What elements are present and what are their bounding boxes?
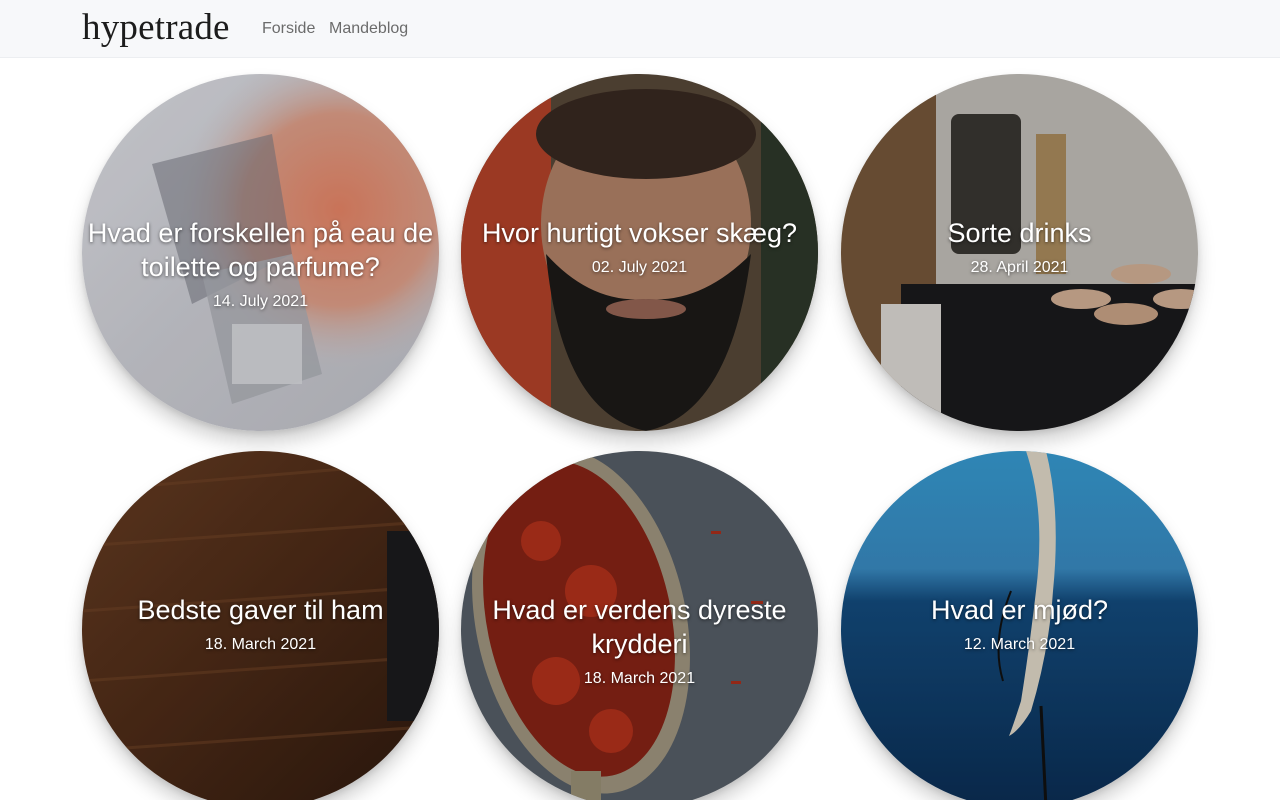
post-card[interactable]: Hvad er verdens dyreste krydderi 18. Mar… bbox=[461, 451, 818, 800]
post-title: Sorte drinks bbox=[947, 218, 1092, 248]
post-card[interactable]: Sorte drinks 28. April 2021 bbox=[841, 74, 1198, 431]
post-text: Hvad er forskellen på eau de toilette og… bbox=[82, 216, 439, 312]
nav-link-forside[interactable]: Forside bbox=[262, 19, 315, 39]
post-date: 02. July 2021 bbox=[591, 259, 688, 276]
post-date: 14. July 2021 bbox=[212, 293, 309, 310]
post-title: Hvad er mjød? bbox=[930, 595, 1109, 625]
post-text: Hvad er verdens dyreste krydderi 18. Mar… bbox=[461, 593, 818, 689]
post-card[interactable]: Bedste gaver til ham 18. March 2021 bbox=[82, 451, 439, 800]
site-logo[interactable]: hypetrade bbox=[82, 9, 230, 47]
post-title: Hvad er forskellen på eau de toilette og… bbox=[87, 218, 434, 282]
post-date: 18. March 2021 bbox=[204, 636, 317, 653]
post-date: 28. April 2021 bbox=[970, 259, 1069, 276]
post-title: Hvad er verdens dyreste krydderi bbox=[492, 595, 787, 659]
post-text: Bedste gaver til ham 18. March 2021 bbox=[82, 593, 439, 655]
post-title: Hvor hurtigt vokser skæg? bbox=[481, 218, 798, 248]
post-card[interactable]: Hvad er mjød? 12. March 2021 bbox=[841, 451, 1198, 800]
post-text: Sorte drinks 28. April 2021 bbox=[841, 216, 1198, 278]
post-card[interactable]: Hvor hurtigt vokser skæg? 02. July 2021 bbox=[461, 74, 818, 431]
post-text: Hvor hurtigt vokser skæg? 02. July 2021 bbox=[461, 216, 818, 278]
top-navbar: hypetrade Forside Mandeblog bbox=[0, 0, 1280, 58]
nav-link-mandeblog[interactable]: Mandeblog bbox=[329, 19, 408, 39]
post-text: Hvad er mjød? 12. March 2021 bbox=[841, 593, 1198, 655]
post-date: 12. March 2021 bbox=[963, 636, 1076, 653]
post-card[interactable]: Hvad er forskellen på eau de toilette og… bbox=[82, 74, 439, 431]
post-title: Bedste gaver til ham bbox=[137, 595, 384, 625]
post-date: 18. March 2021 bbox=[583, 670, 696, 687]
